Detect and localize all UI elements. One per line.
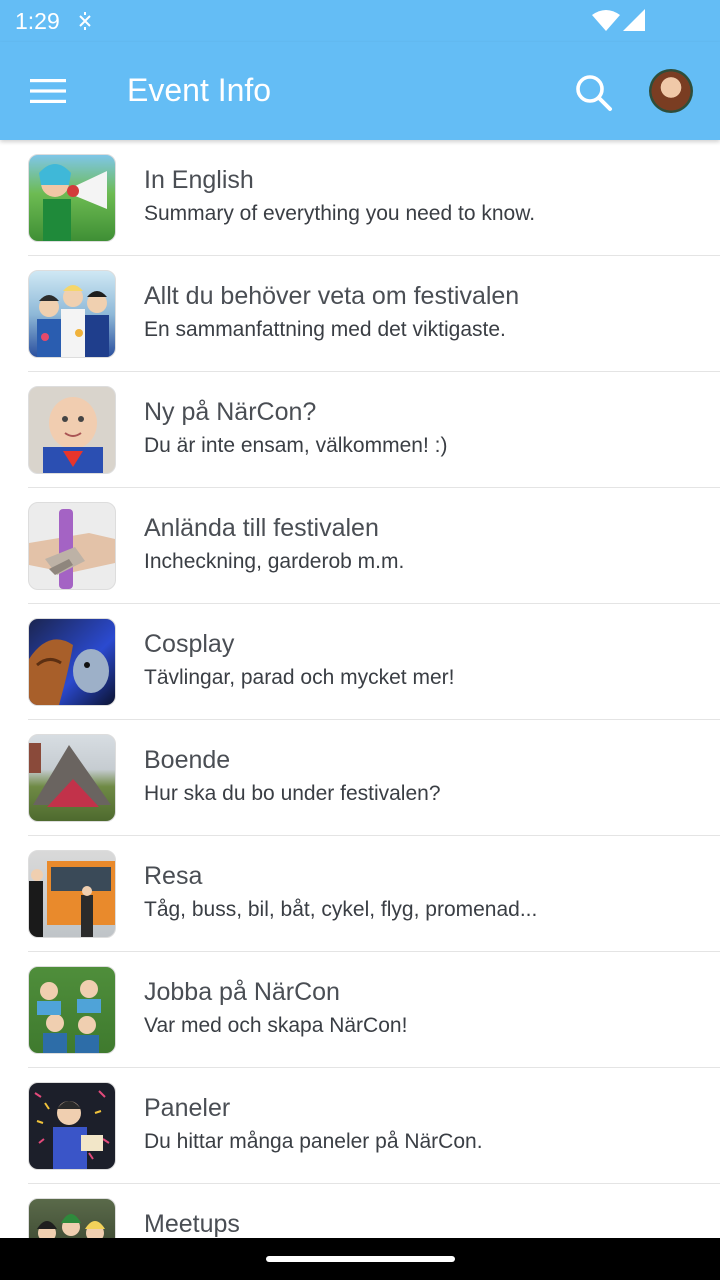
signal-icon — [623, 9, 645, 31]
list-item-ny-pa-narcon[interactable]: Ny på NärCon? Du är inte ensam, välkomme… — [28, 372, 720, 488]
thumbnail-panel-speaker — [28, 1082, 116, 1170]
list-item-in-english[interactable]: In English Summary of everything you nee… — [28, 140, 720, 256]
item-subtitle: Incheckning, garderob m.m. — [144, 550, 405, 573]
item-subtitle: Summary of everything you need to know. — [144, 202, 536, 225]
hamburger-menu-icon — [30, 79, 66, 103]
user-avatar[interactable] — [649, 69, 693, 113]
status-time: 1:29 — [15, 8, 60, 34]
item-title: Paneler — [144, 1094, 231, 1122]
search-button[interactable] — [566, 66, 622, 122]
item-title: Boende — [144, 746, 231, 774]
search-icon — [576, 75, 612, 111]
item-title: Resa — [144, 862, 203, 890]
thumbnail-wristband — [28, 502, 116, 590]
page-title: Event Info — [127, 72, 272, 108]
list-item-jobba[interactable]: Jobba på NärCon Var med och skapa NärCon… — [28, 952, 720, 1068]
thumbnail-cosplay-group — [28, 270, 116, 358]
thumbnail-volunteers — [28, 966, 116, 1054]
list-item-allt-du-behover[interactable]: Allt du behöver veta om festivalen En sa… — [28, 256, 720, 372]
item-title: Jobba på NärCon — [144, 978, 340, 1006]
item-title: Cosplay — [144, 630, 235, 658]
app-bar: Event Info — [0, 42, 720, 140]
list-item-paneler[interactable]: Paneler Du hittar många paneler på NärCo… — [28, 1068, 720, 1184]
item-subtitle: Du hittar många paneler på NärCon. — [144, 1130, 483, 1153]
list-item-meetups[interactable]: Meetups — [28, 1184, 720, 1238]
item-title: Anlända till festivalen — [144, 514, 379, 542]
item-subtitle: Tåg, buss, bil, båt, cykel, flyg, promen… — [144, 898, 538, 921]
thumbnail-baby-superman — [28, 386, 116, 474]
item-subtitle: Tävlingar, parad och mycket mer! — [144, 666, 455, 689]
list-item-cosplay[interactable]: Cosplay Tävlingar, parad och mycket mer! — [28, 604, 720, 720]
status-bar: 1:29 — [0, 0, 720, 42]
event-info-list: In English Summary of everything you nee… — [0, 140, 720, 1238]
list-item-anlanda[interactable]: Anlända till festivalen Incheckning, gar… — [28, 488, 720, 604]
list-item-boende[interactable]: Boende Hur ska du bo under festivalen? — [28, 720, 720, 836]
thumbnail-cosplay-creature — [28, 618, 116, 706]
thumbnail-bus — [28, 850, 116, 938]
item-subtitle: Var med och skapa NärCon! — [144, 1014, 408, 1037]
thumbnail-megaphone — [28, 154, 116, 242]
sync-icon — [79, 12, 91, 30]
system-navigation-bar — [0, 1238, 720, 1280]
item-subtitle: En sammanfattning med det viktigaste. — [144, 318, 506, 341]
wifi-icon — [592, 10, 620, 31]
item-title: Allt du behöver veta om festivalen — [144, 282, 520, 310]
home-gesture-handle[interactable] — [266, 1256, 455, 1262]
list-item-resa[interactable]: Resa Tåg, buss, bil, båt, cykel, flyg, p… — [28, 836, 720, 952]
thumbnail-meetup-group — [28, 1198, 116, 1238]
item-subtitle: Hur ska du bo under festivalen? — [144, 782, 441, 805]
item-title: Ny på NärCon? — [144, 398, 317, 426]
item-title: Meetups — [144, 1210, 240, 1238]
item-subtitle: Du är inte ensam, välkommen! :) — [144, 434, 448, 457]
menu-button[interactable] — [20, 66, 76, 118]
item-title: In English — [144, 166, 254, 194]
thumbnail-tent — [28, 734, 116, 822]
